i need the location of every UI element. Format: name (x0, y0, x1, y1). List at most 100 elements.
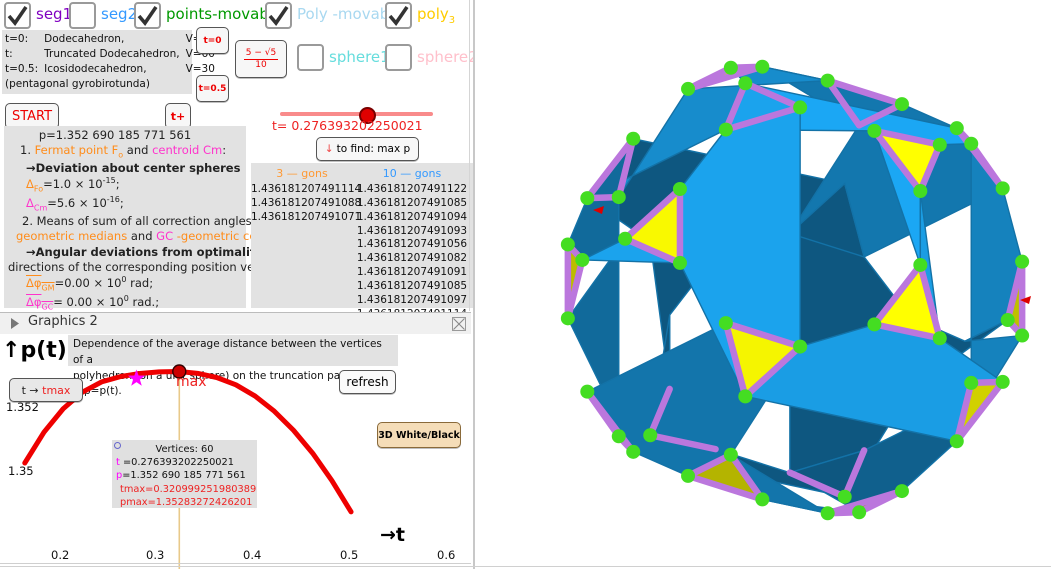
find-max-p-button[interactable]: ↓ to find: max p (316, 137, 419, 161)
polyhedron-vertex[interactable] (672, 181, 687, 196)
check-icon (388, 5, 409, 26)
gons-column-3: 1.436181207491114 1.436181207491088 1.43… (251, 183, 361, 322)
desc-row: t: Truncated Dodecahedron, V=60 (5, 47, 215, 62)
checkbox-label-poly3: poly3 (417, 5, 456, 26)
polyhedron-vertex[interactable] (852, 505, 867, 520)
t-half-button[interactable]: t=0.5 (196, 75, 229, 102)
polyhedron-vertex[interactable] (793, 100, 808, 115)
chart-xtick-06: 0.6 (437, 548, 456, 562)
checkbox-sphere1[interactable] (297, 44, 324, 71)
polyhedron-vertex[interactable] (949, 121, 964, 136)
polyhedron-vertex[interactable] (1015, 254, 1030, 269)
graphics2-bottom-divider (0, 563, 471, 564)
info-delta-cm: ΔCm=5.6 × 10-16; (26, 195, 124, 213)
polyhedron-vertex[interactable] (995, 181, 1010, 196)
panel-divider (469, 0, 470, 311)
graphics2-chart-area[interactable]: ↑p(t) Dependence of the average distance… (0, 334, 471, 569)
t-to-tmax-button[interactable]: t → tmax (9, 378, 83, 402)
polyhedron-vertex[interactable] (580, 384, 595, 399)
polyhedron-vertex[interactable] (755, 59, 770, 74)
polyhedron-vertex[interactable] (894, 97, 909, 112)
fraction-numerator: 5 − √5 (243, 47, 279, 60)
polyhedron-vertex[interactable] (820, 73, 835, 88)
polyhedron-vertex[interactable] (618, 231, 633, 246)
polyhedron-vertex[interactable] (964, 375, 979, 390)
expand-triangle-icon[interactable] (10, 318, 20, 329)
chart-xtick-05: 0.5 (340, 548, 359, 562)
polyhedron-vertex[interactable] (755, 492, 770, 507)
gons-cell: 1.436181207491122 (356, 183, 468, 195)
chart-xtick-04: 0.4 (243, 548, 262, 562)
polyhedron-vertex[interactable] (672, 255, 687, 270)
checkbox-sphere2[interactable] (385, 44, 412, 71)
checkbox-poly3[interactable] (385, 2, 412, 29)
gons-cell: 1.436181207491082 (356, 252, 468, 265)
polyhedron-vertex[interactable] (560, 237, 575, 252)
polyhedron-vertex[interactable] (718, 316, 733, 331)
polyhedron-vertex[interactable] (932, 137, 947, 152)
polyhedron-vertex[interactable] (964, 136, 979, 151)
check-icon (268, 5, 289, 26)
polyhedron-vertex[interactable] (1000, 313, 1015, 328)
info-panel: p=1.352 690 185 771 561 1. Fermat point … (4, 126, 293, 311)
check-icon (7, 5, 28, 26)
polyhedron-vertex[interactable] (611, 190, 626, 205)
info-angular-header: →Angular deviations from optimality - (26, 244, 271, 259)
polyhedron-vertex[interactable] (867, 123, 882, 138)
gons-column-10: 1.436181207491122 1.436181207491085 1.43… (353, 183, 471, 322)
checkbox-label-seg1: seg1 (36, 5, 73, 23)
polyhedron-vertex[interactable] (793, 339, 808, 354)
info-line2b: geometric medians and GC -geometric cent… (16, 229, 290, 244)
gons-cell: 1.436181207491097 (356, 293, 468, 306)
truncated-dodecahedron-render[interactable] (475, 0, 1051, 569)
t-zero-button[interactable]: t=0 (196, 27, 229, 54)
fraction-button[interactable]: 5 − √5 10 (235, 40, 287, 78)
polyhedron-vertex[interactable] (894, 484, 909, 499)
3d-view[interactable] (475, 0, 1051, 569)
white-black-3d-button[interactable]: 3D White/Black (377, 422, 461, 448)
polyhedron-vertex[interactable] (626, 444, 641, 459)
polyhedron-vertex[interactable] (611, 429, 626, 444)
polyhedron-vertex[interactable] (913, 184, 928, 199)
polyhedron-vertex[interactable] (626, 131, 641, 146)
checkbox-seg1[interactable] (4, 2, 31, 29)
tooltip-pmax: pmax=1.35283272426201 (120, 496, 253, 508)
gons-header-row: 3 — gons 10 — gons (251, 167, 473, 180)
t-to-tmax-label: tmax (42, 383, 71, 397)
polyhedron-vertex[interactable] (723, 60, 738, 75)
polyhedron-vertex[interactable] (723, 447, 738, 462)
polyhedron-vertex[interactable] (932, 331, 947, 346)
polyhedron-vertex[interactable] (560, 311, 575, 326)
gons-body: 1.436181207491114 1.436181207491088 1.43… (251, 183, 473, 322)
checkbox-poly-movable[interactable] (265, 2, 292, 29)
checkbox-points-movable[interactable] (134, 2, 161, 29)
t-slider-value: t= 0.276393202250021 (272, 118, 423, 133)
polyhedron-vertex[interactable] (681, 81, 696, 96)
polyhedron-vertex[interactable] (738, 389, 753, 404)
polyhedron-vertex[interactable] (580, 191, 595, 206)
polyhedron-vertex[interactable] (913, 257, 928, 272)
info-p-line: p=1.352 690 185 771 561 (38, 128, 192, 142)
find-max-p-label: to find: max p (336, 143, 411, 155)
desc-name: Dodecahedron, (44, 33, 125, 45)
gons-cell: 1.436181207491056 (356, 238, 468, 251)
polyhedron-vertex[interactable] (949, 434, 964, 449)
down-arrow-icon: ↓ (324, 143, 334, 155)
polyhedron-vertex[interactable] (995, 374, 1010, 389)
polyhedron-vertex[interactable] (837, 489, 852, 504)
polyhedron-vertex[interactable] (575, 252, 590, 267)
polyhedron-vertex[interactable] (867, 317, 882, 332)
polyhedron-vertex[interactable] (643, 428, 658, 443)
t-slider-track[interactable] (280, 112, 433, 116)
polyhedron-vertex[interactable] (1015, 328, 1030, 343)
desc-t: t: (5, 47, 13, 60)
polyhedron-vertex[interactable] (738, 76, 753, 91)
polyhedron-vertex[interactable] (681, 468, 696, 483)
desc-row: t=0: Dodecahedron, V=20 (5, 32, 215, 47)
refresh-button[interactable]: refresh (339, 370, 396, 394)
gons-table-panel: 3 — gons 10 — gons 1.436181207491114 1.4… (251, 163, 473, 320)
close-icon[interactable] (452, 317, 466, 331)
polyhedron-vertex[interactable] (820, 506, 835, 521)
polyhedron-vertex[interactable] (718, 122, 733, 137)
checkbox-seg2[interactable] (69, 2, 96, 29)
